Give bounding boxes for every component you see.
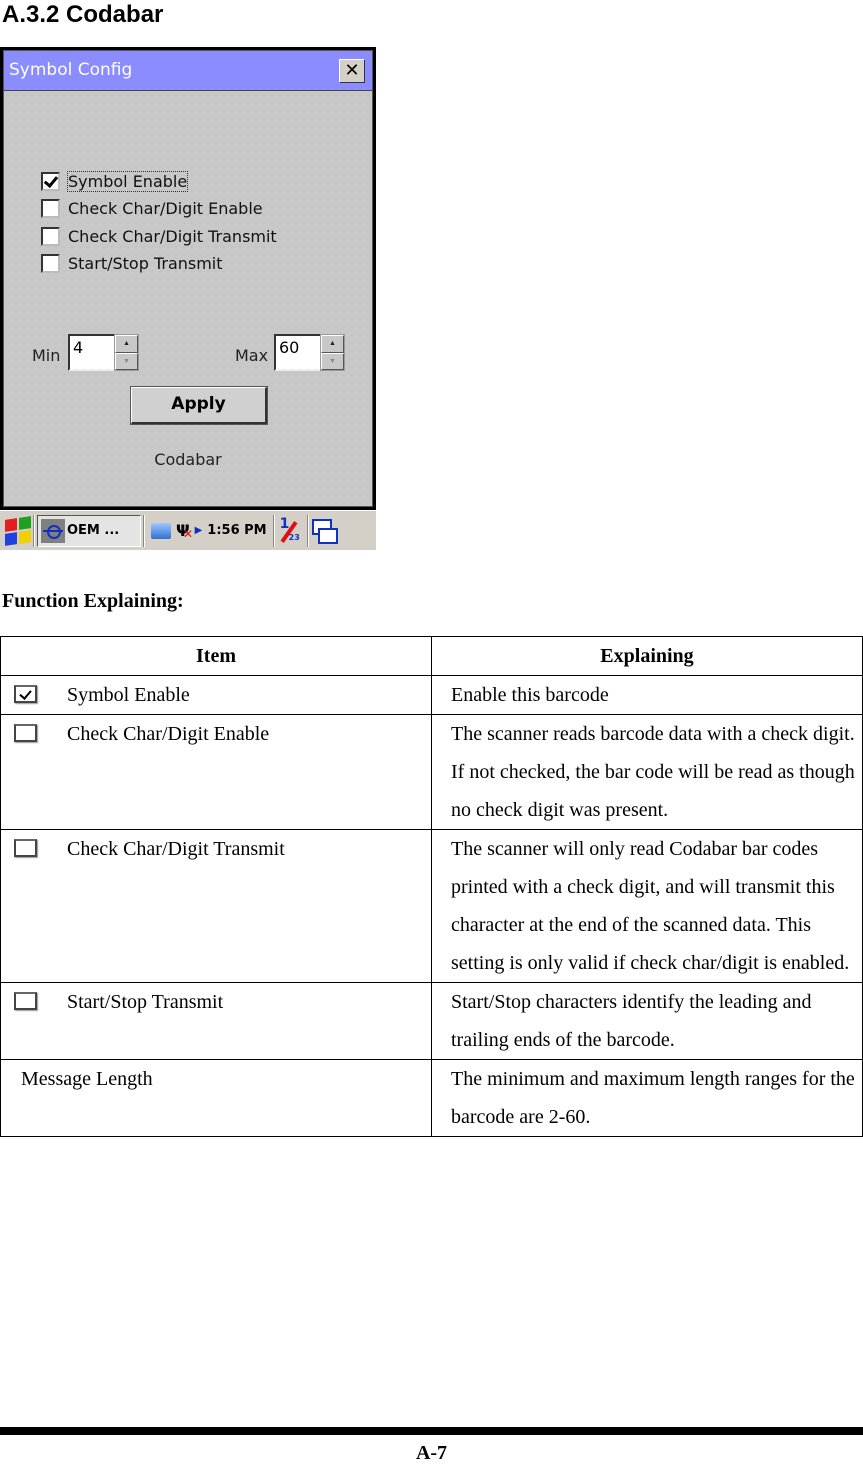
- input-sub-text: 23: [288, 532, 300, 542]
- explaining-cell: The minimum and maximum length ranges fo…: [431, 1059, 863, 1137]
- oem-app-icon: [41, 518, 65, 543]
- checkbox-checked-icon[interactable]: [41, 171, 60, 191]
- checkbox-unchecked-icon: [14, 839, 37, 857]
- table-row: Message Length The minimum and maximum l…: [0, 1059, 863, 1137]
- antenna-disconnected-icon[interactable]: Ψ ✕: [176, 521, 193, 541]
- section-title: A.3.2 Codabar: [2, 1, 164, 28]
- column-header-item: Item: [0, 636, 432, 676]
- checkbox-label: Check Char/Digit Transmit: [68, 226, 277, 246]
- symbol-config-window: Symbol Config ✕ Symbol Enable Check Char…: [3, 50, 373, 507]
- item-cell: Check Char/Digit Transmit: [0, 829, 432, 983]
- item-cell: Symbol Enable: [0, 675, 432, 715]
- footer-rule: [0, 1427, 863, 1435]
- checkbox-symbol-enable[interactable]: Symbol Enable: [41, 169, 189, 193]
- tray-arrow-icon[interactable]: ▶: [195, 525, 203, 536]
- spin-down-icon[interactable]: ▼: [321, 352, 344, 370]
- close-button[interactable]: ✕: [339, 59, 365, 83]
- item-cell: Message Length: [0, 1059, 432, 1137]
- item-cell: Start/Stop Transmit: [0, 982, 432, 1060]
- explaining-cell: The scanner reads barcode data with a ch…: [431, 714, 863, 830]
- checkbox-label: Check Char/Digit Enable: [68, 198, 263, 218]
- item-label: Check Char/Digit Enable: [67, 723, 270, 745]
- max-input[interactable]: 60: [274, 334, 320, 371]
- spin-up-icon[interactable]: ▲: [115, 335, 138, 353]
- checkbox-unchecked-icon[interactable]: [41, 198, 60, 218]
- apply-button[interactable]: Apply: [130, 386, 268, 425]
- checkbox-label: Symbol Enable: [66, 170, 189, 192]
- taskbar-separator: [306, 514, 309, 547]
- window-title: Symbol Config: [9, 60, 133, 80]
- item-label: Message Length: [21, 1068, 153, 1090]
- explaining-cell: Enable this barcode: [431, 675, 863, 715]
- function-table: Item Explaining Symbol Enable Enable thi…: [0, 636, 863, 1137]
- close-icon: ✕: [344, 60, 360, 81]
- input-panel-icon[interactable]: 1 23: [277, 516, 305, 546]
- checkbox-check-char-transmit[interactable]: Check Char/Digit Transmit: [41, 224, 277, 248]
- max-spinner[interactable]: 60 ▲ ▼: [274, 334, 345, 371]
- system-tray: Ψ ✕ ▶ 1:56 PM: [147, 521, 271, 541]
- symbol-name-label: Codabar: [154, 450, 222, 469]
- checkbox-start-stop-transmit[interactable]: Start/Stop Transmit: [41, 251, 223, 275]
- task-label: OEM ...: [67, 523, 120, 538]
- min-label: Min: [32, 346, 61, 365]
- show-desktop-icon[interactable]: [311, 518, 338, 544]
- taskbar-separator: [143, 514, 145, 547]
- min-spinner[interactable]: 4 ▲ ▼: [68, 334, 139, 371]
- explaining-cell: The scanner will only read Codabar bar c…: [431, 829, 863, 983]
- taskbar: OEM ... Ψ ✕ ▶ 1:56 PM 1 23: [0, 510, 376, 550]
- explaining-cell: Start/Stop characters identify the leadi…: [431, 982, 863, 1060]
- taskbar-separator: [33, 514, 35, 547]
- checkbox-check-char-enable[interactable]: Check Char/Digit Enable: [41, 196, 263, 220]
- checkbox-unchecked-icon[interactable]: [41, 226, 60, 246]
- checkbox-label: Start/Stop Transmit: [68, 253, 223, 273]
- device-screenshot: Symbol Config ✕ Symbol Enable Check Char…: [0, 47, 376, 550]
- spin-up-icon[interactable]: ▲: [321, 335, 344, 353]
- table-row: Symbol Enable Enable this barcode: [0, 675, 863, 715]
- table-header-row: Item Explaining: [0, 636, 863, 676]
- item-label: Symbol Enable: [67, 684, 190, 706]
- clock[interactable]: 1:56 PM: [207, 523, 266, 538]
- column-header-explaining: Explaining: [431, 636, 863, 676]
- function-heading: Function Explaining:: [2, 590, 184, 612]
- taskbar-separator: [272, 514, 275, 547]
- page-number: A-7: [415, 1442, 448, 1464]
- checkbox-checked-icon: [14, 685, 37, 703]
- spin-down-icon[interactable]: ▼: [115, 352, 138, 370]
- window-titlebar: Symbol Config ✕: [4, 51, 372, 91]
- item-cell: Check Char/Digit Enable: [0, 714, 432, 830]
- table-row: Start/Stop Transmit Start/Stop character…: [0, 982, 863, 1060]
- taskbar-task-button[interactable]: OEM ...: [37, 514, 141, 547]
- max-label: Max: [235, 346, 269, 365]
- windows-start-icon[interactable]: [5, 515, 31, 546]
- network-icon[interactable]: [151, 522, 171, 539]
- checkbox-unchecked-icon: [14, 724, 37, 742]
- table-row: Check Char/Digit Transmit The scanner wi…: [0, 829, 863, 983]
- item-label: Check Char/Digit Transmit: [67, 838, 285, 860]
- min-input[interactable]: 4: [68, 334, 114, 371]
- checkbox-unchecked-icon: [14, 992, 37, 1010]
- table-row: Check Char/Digit Enable The scanner read…: [0, 714, 863, 830]
- item-label: Start/Stop Transmit: [67, 991, 224, 1013]
- checkbox-unchecked-icon[interactable]: [41, 253, 60, 273]
